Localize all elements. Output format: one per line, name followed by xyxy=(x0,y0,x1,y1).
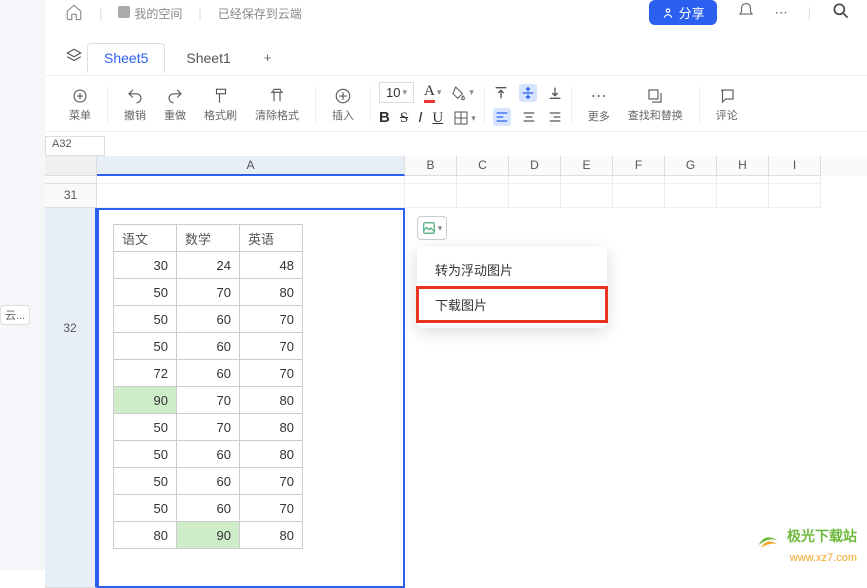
halign-left-button[interactable] xyxy=(493,108,511,126)
format-painter-button[interactable]: 格式刷 xyxy=(196,85,245,125)
more-icon[interactable]: ⋯ xyxy=(775,5,788,21)
cell[interactable] xyxy=(561,184,613,208)
redo-button[interactable]: 重做 xyxy=(156,85,194,125)
fill-color-button[interactable]: ▾ xyxy=(451,85,474,101)
cell[interactable] xyxy=(717,184,769,208)
separator: | xyxy=(198,6,201,21)
folder-icon xyxy=(118,6,130,18)
border-button[interactable]: ▾ xyxy=(453,110,476,126)
sheets-icon[interactable] xyxy=(65,47,83,68)
more-button[interactable]: ⋯更多 xyxy=(580,84,618,126)
search-icon[interactable] xyxy=(831,1,851,24)
cell[interactable] xyxy=(613,184,665,208)
col-header-h[interactable]: H xyxy=(717,156,769,176)
cell[interactable] xyxy=(405,184,457,208)
row-header-32[interactable]: 32 xyxy=(45,208,97,588)
comment-button[interactable]: 评论 xyxy=(708,85,746,125)
name-box[interactable]: A32 xyxy=(45,136,105,156)
tab-sheet5[interactable]: Sheet5 xyxy=(87,43,165,73)
find-replace-button[interactable]: 查找和替换 xyxy=(620,85,691,125)
menu-item-download[interactable]: 下载图片 xyxy=(417,287,607,322)
col-header-c[interactable]: C xyxy=(457,156,509,176)
cell[interactable] xyxy=(457,184,509,208)
col-header-f[interactable]: F xyxy=(613,156,665,176)
bell-icon[interactable] xyxy=(737,2,755,23)
menu-item-float[interactable]: 转为浮动图片 xyxy=(417,252,607,287)
share-button[interactable]: 分享 xyxy=(649,0,717,25)
cell-a31[interactable] xyxy=(97,184,405,208)
bold-button[interactable]: B xyxy=(379,109,390,127)
col-header-d[interactable]: D xyxy=(509,156,561,176)
watermark: 极光下载站 www.xz7.com xyxy=(754,524,857,564)
col-header-i[interactable]: I xyxy=(769,156,821,176)
breadcrumb-space[interactable]: 我的空间 xyxy=(118,5,182,22)
col-header-e[interactable]: E xyxy=(561,156,613,176)
select-all-corner[interactable] xyxy=(45,156,97,176)
add-sheet-button[interactable]: + xyxy=(252,44,284,71)
col-header-b[interactable]: B xyxy=(405,156,457,176)
clear-format-button[interactable]: 清除格式 xyxy=(247,85,307,125)
halign-right-button[interactable] xyxy=(547,109,563,125)
tab-sheet1[interactable]: Sheet1 xyxy=(169,43,247,73)
cell[interactable] xyxy=(665,184,717,208)
col-header-g[interactable]: G xyxy=(665,156,717,176)
col-header-a[interactable]: A xyxy=(97,156,405,176)
strike-button[interactable]: S xyxy=(400,110,408,127)
separator: | xyxy=(808,5,811,20)
saved-status: 已经保存到云端 xyxy=(218,5,302,22)
font-color-button[interactable]: A▾ xyxy=(424,83,441,103)
halign-center-button[interactable] xyxy=(521,109,537,125)
cell[interactable] xyxy=(769,184,821,208)
cell[interactable] xyxy=(509,184,561,208)
undo-button[interactable]: 撤销 xyxy=(116,85,154,125)
embedded-table-image[interactable]: 语文数学英语 302448 507080 506070 506070 72607… xyxy=(113,224,303,549)
valign-top-button[interactable] xyxy=(493,85,509,101)
image-context-menu: 转为浮动图片 下载图片 xyxy=(417,246,607,328)
valign-middle-button[interactable] xyxy=(519,84,537,102)
italic-button[interactable]: I xyxy=(418,109,422,127)
row-header[interactable] xyxy=(45,176,97,184)
image-options-button[interactable]: ▾ xyxy=(417,216,447,240)
insert-button[interactable]: 插入 xyxy=(324,85,362,125)
selected-cell-a32[interactable]: 语文数学英语 302448 507080 506070 506070 72607… xyxy=(97,208,405,588)
font-size-select[interactable]: 10▾ xyxy=(379,82,414,103)
cloud-tag: 云... xyxy=(0,305,30,325)
row-header-31[interactable]: 31 xyxy=(45,184,97,208)
underline-button[interactable]: U xyxy=(432,110,443,127)
home-icon[interactable] xyxy=(65,3,83,24)
separator: | xyxy=(99,6,102,21)
menu-button[interactable]: 菜单 xyxy=(61,85,99,125)
watermark-icon xyxy=(754,524,782,552)
valign-bottom-button[interactable] xyxy=(547,85,563,101)
